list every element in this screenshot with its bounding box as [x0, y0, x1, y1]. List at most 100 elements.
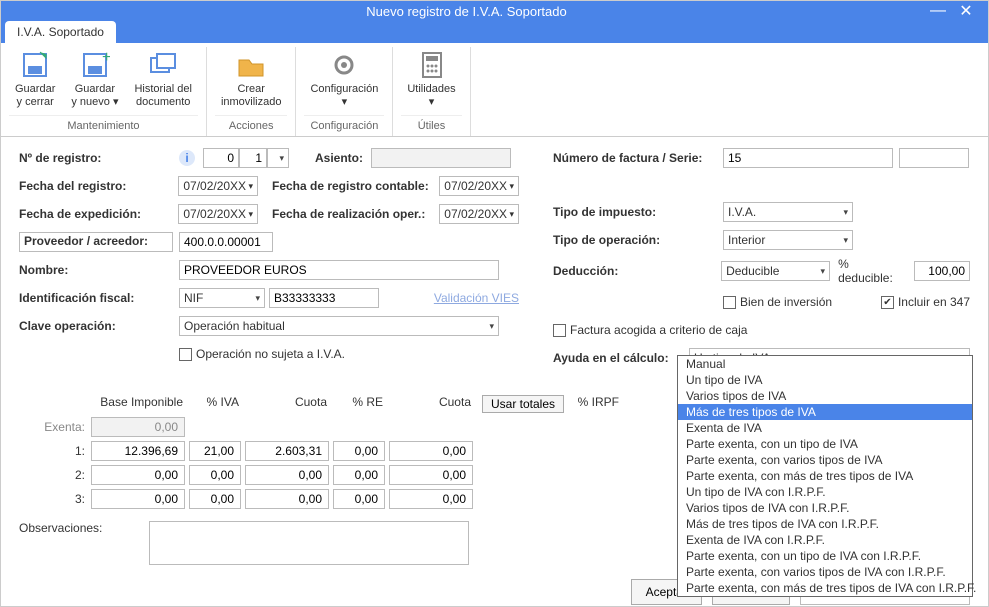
dropdown-option[interactable]: Varios tipos de IVA: [678, 388, 972, 404]
label-ayuda-calculo: Ayuda en el cálculo:: [553, 351, 689, 365]
input-nombre[interactable]: [179, 260, 499, 280]
label-fecha-realiz: Fecha de realización oper.:: [272, 207, 439, 221]
col-pctirpf: % IRPF: [569, 395, 625, 413]
dropdown-option[interactable]: Manual: [678, 356, 972, 372]
folder-plus-icon: [235, 49, 267, 81]
dropdown-option[interactable]: Un tipo de IVA: [678, 372, 972, 388]
input-asiento[interactable]: [371, 148, 511, 168]
check-no-sujeta[interactable]: Operación no sujeta a I.V.A.: [179, 347, 345, 361]
cell-pctre[interactable]: [333, 465, 385, 485]
ribbon-group-configuracion: Configuración: [304, 115, 384, 136]
ribbon-group-acciones: Acciones: [215, 115, 288, 136]
check-bien-inversion[interactable]: Bien de inversión: [723, 295, 832, 309]
input-numfactura[interactable]: [723, 148, 893, 168]
check-incluir-347[interactable]: ✔Incluir en 347: [881, 295, 970, 309]
dropdown-option[interactable]: Un tipo de IVA con I.R.P.F.: [678, 484, 972, 500]
cell-base[interactable]: [91, 465, 185, 485]
dropdown-option[interactable]: Más de tres tipos de IVA con I.R.P.F.: [678, 516, 972, 532]
label-asiento: Asiento:: [315, 151, 363, 165]
link-vies[interactable]: Validación VIES: [434, 291, 519, 305]
calculator-icon: [416, 49, 448, 81]
cell-cuota[interactable]: [245, 489, 329, 509]
dropdown-option[interactable]: Exenta de IVA con I.R.P.F.: [678, 532, 972, 548]
utilities-button[interactable]: Utilidades▾: [401, 47, 461, 111]
fecha-realiz-input[interactable]: 07/02/20XX: [439, 204, 519, 224]
cell-base[interactable]: [91, 489, 185, 509]
configuration-button[interactable]: Configuración▾: [304, 47, 384, 111]
usar-totales-button[interactable]: Usar totales: [482, 395, 564, 413]
history-button[interactable]: Historial deldocumento: [128, 47, 197, 111]
input-serie[interactable]: [899, 148, 969, 168]
ribbon-tab-iva[interactable]: I.V.A. Soportado: [5, 21, 116, 43]
dropdown-option[interactable]: Exenta de IVA: [678, 420, 972, 436]
label-pct-deducible: % deducible:: [838, 257, 906, 285]
col-cuota2: Cuota: [389, 395, 477, 413]
col-pctiva: % IVA: [189, 395, 245, 413]
create-asset-button[interactable]: Crearinmovilizado: [215, 47, 288, 111]
ayuda-calculo-dropdown-list[interactable]: ManualUn tipo de IVAVarios tipos de IVAM…: [677, 355, 973, 597]
cell-cuota[interactable]: [245, 441, 329, 461]
fecha-contable-input[interactable]: 07/02/20XX: [439, 176, 519, 196]
label-fecha-registro: Fecha del registro:: [19, 179, 178, 193]
label-fecha-contable: Fecha de registro contable:: [272, 179, 439, 193]
col-pctre: % RE: [333, 395, 389, 413]
save-new-button[interactable]: + Guardary nuevo ▾: [65, 47, 124, 111]
dropdown-option[interactable]: Parte exenta, con un tipo de IVA: [678, 436, 972, 452]
select-deduccion[interactable]: Deducible: [721, 261, 830, 281]
label-observaciones: Observaciones:: [19, 521, 149, 535]
dropdown-option[interactable]: Parte exenta, con varios tipos de IVA co…: [678, 564, 972, 580]
select-tipo-impuesto[interactable]: I.V.A.: [723, 202, 853, 222]
cell-pctiva[interactable]: [189, 465, 241, 485]
nregistro-dropdown[interactable]: [267, 148, 289, 168]
label-fecha-exped: Fecha de expedición:: [19, 207, 178, 221]
cell-base[interactable]: [91, 417, 185, 437]
dropdown-option[interactable]: Parte exenta, con un tipo de IVA con I.R…: [678, 548, 972, 564]
dropdown-option[interactable]: Varios tipos de IVA con I.R.P.F.: [678, 500, 972, 516]
save-new-icon: +: [79, 49, 111, 81]
cell-pctiva[interactable]: [189, 441, 241, 461]
label-tipo-oper: Tipo de operación:: [553, 233, 723, 247]
history-icon: [147, 49, 179, 81]
dropdown-option[interactable]: Parte exenta, con más de tres tipos de I…: [678, 468, 972, 484]
col-cuota: Cuota: [245, 395, 333, 413]
select-idfiscal-tipo[interactable]: NIF: [179, 288, 265, 308]
input-proveedor-code[interactable]: [179, 232, 273, 252]
minimize-button[interactable]: —: [924, 2, 952, 20]
cell-pctre[interactable]: [333, 489, 385, 509]
input-pct-deducible[interactable]: [914, 261, 970, 281]
label-tipo-impuesto: Tipo de impuesto:: [553, 205, 723, 219]
check-criterio-caja[interactable]: Factura acogida a criterio de caja: [553, 323, 747, 337]
gear-icon: [328, 49, 360, 81]
label-clave: Clave operación:: [19, 319, 179, 333]
select-tipo-oper[interactable]: Interior: [723, 230, 853, 250]
cell-base[interactable]: [91, 441, 185, 461]
cell-cuota2[interactable]: [389, 465, 473, 485]
svg-text:+: +: [102, 50, 110, 66]
save-close-icon: [19, 49, 51, 81]
input-nregistro-a[interactable]: [203, 148, 239, 168]
cell-pctre[interactable]: [333, 441, 385, 461]
label-deduccion: Deducción:: [553, 264, 721, 278]
info-icon[interactable]: i: [179, 150, 195, 166]
cell-cuota2[interactable]: [389, 489, 473, 509]
label-nombre: Nombre:: [19, 263, 179, 277]
input-nregistro-b[interactable]: [239, 148, 267, 168]
cell-pctiva[interactable]: [189, 489, 241, 509]
label-numfactura: Número de factura / Serie:: [553, 151, 723, 165]
cell-cuota[interactable]: [245, 465, 329, 485]
col-base: Base Imponible: [91, 395, 189, 413]
save-close-button[interactable]: Guardary cerrar: [9, 47, 61, 111]
input-idfiscal-num[interactable]: [269, 288, 379, 308]
proveedor-button[interactable]: Proveedor / acreedor:: [19, 232, 173, 252]
dropdown-option[interactable]: Parte exenta, con más de tres tipos de I…: [678, 580, 972, 596]
close-button[interactable]: ✕: [952, 1, 980, 21]
label-idfiscal: Identificación fiscal:: [19, 291, 179, 305]
ribbon-group-utiles: Útiles: [401, 115, 461, 136]
fecha-exped-input[interactable]: 07/02/20XX: [178, 204, 258, 224]
cell-cuota2[interactable]: [389, 441, 473, 461]
select-clave[interactable]: Operación habitual: [179, 316, 499, 336]
fecha-registro-input[interactable]: 07/02/20XX: [178, 176, 258, 196]
dropdown-option[interactable]: Parte exenta, con varios tipos de IVA: [678, 452, 972, 468]
input-observaciones[interactable]: [149, 521, 469, 565]
dropdown-option[interactable]: Más de tres tipos de IVA: [678, 404, 972, 420]
